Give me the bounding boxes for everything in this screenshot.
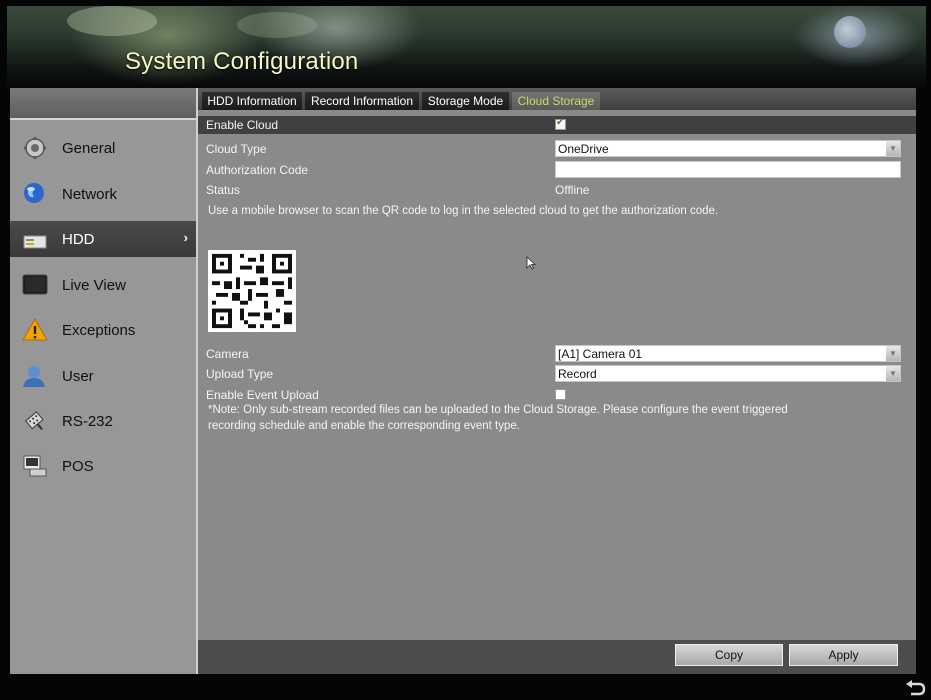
sidebar-item-network[interactable]: Network xyxy=(10,176,196,212)
page-title: System Configuration xyxy=(125,48,359,75)
mouse-cursor-icon xyxy=(526,256,536,270)
tab-bar: HDD Information Record Information Stora… xyxy=(198,88,916,110)
chevron-down-icon: ▼ xyxy=(886,346,900,361)
note-text-line2: recording schedule and enable the corres… xyxy=(208,420,520,432)
sidebar-item-label: Live View xyxy=(62,277,126,294)
cloud-type-value: OneDrive xyxy=(558,142,609,156)
authorization-code-label: Authorization Code xyxy=(206,163,309,177)
globe-icon xyxy=(24,183,44,203)
sidebar-header xyxy=(10,88,196,120)
sidebar-item-label: User xyxy=(62,368,94,385)
status-label: Status xyxy=(206,183,241,197)
sidebar: General Network HDD › Live View Exceptio… xyxy=(10,88,198,674)
upload-type-label: Upload Type xyxy=(206,367,274,381)
sidebar-item-label: General xyxy=(62,140,116,157)
sidebar-item-hdd[interactable]: HDD › xyxy=(10,221,196,257)
tab-hdd-information[interactable]: HDD Information xyxy=(202,92,302,110)
warning-icon xyxy=(22,318,48,341)
authorization-code-input[interactable] xyxy=(555,161,901,178)
user-icon xyxy=(23,366,45,387)
tab-record-information[interactable]: Record Information xyxy=(305,92,419,110)
back-icon[interactable] xyxy=(905,678,927,698)
sidebar-item-label: RS-232 xyxy=(62,413,113,430)
qr-instruction-text: Use a mobile browser to scan the QR code… xyxy=(208,205,719,217)
sidebar-item-label: POS xyxy=(62,458,94,475)
chevron-right-icon: › xyxy=(183,230,188,245)
sidebar-item-pos[interactable]: POS xyxy=(10,448,196,484)
sidebar-item-live-view[interactable]: Live View xyxy=(10,267,196,303)
serial-cable-icon xyxy=(25,411,44,431)
monitor-icon xyxy=(22,274,48,295)
camera-select[interactable]: [A1] Camera 01 ▼ xyxy=(555,345,901,362)
upload-type-value: Record xyxy=(558,367,597,381)
chevron-down-icon: ▼ xyxy=(886,366,900,381)
cloud-type-label: Cloud Type xyxy=(206,142,267,156)
status-value: Offline xyxy=(555,183,590,197)
camera-value: [A1] Camera 01 xyxy=(558,347,643,361)
enable-event-upload-checkbox[interactable] xyxy=(555,389,566,400)
pos-terminal-icon xyxy=(23,455,47,477)
sidebar-item-exceptions[interactable]: Exceptions xyxy=(10,312,196,348)
bottom-bar xyxy=(0,680,931,700)
cloud-type-select[interactable]: OneDrive ▼ xyxy=(555,140,901,157)
sidebar-item-label: HDD xyxy=(62,231,95,248)
sidebar-item-user[interactable]: User xyxy=(10,358,196,394)
enable-cloud-label: Enable Cloud xyxy=(206,118,279,132)
qr-code xyxy=(208,250,296,332)
chevron-down-icon: ▼ xyxy=(886,141,900,156)
apply-button[interactable]: Apply xyxy=(789,644,898,666)
enable-cloud-row: Enable Cloud xyxy=(198,116,916,134)
hdd-icon xyxy=(23,235,47,249)
banner-decoration xyxy=(237,12,317,38)
sidebar-item-rs-232[interactable]: RS-232 xyxy=(10,403,196,439)
enable-event-upload-label: Enable Event Upload xyxy=(206,388,319,402)
sidebar-item-general[interactable]: General xyxy=(10,130,196,166)
gear-icon xyxy=(24,137,46,159)
camera-label: Camera xyxy=(206,347,249,361)
banner-decoration xyxy=(67,6,157,36)
banner-orb xyxy=(834,16,866,48)
note-text-line1: *Note: Only sub-stream recorded files ca… xyxy=(208,404,788,416)
tab-cloud-storage[interactable]: Cloud Storage xyxy=(512,92,600,110)
enable-cloud-checkbox[interactable] xyxy=(555,117,566,130)
copy-button[interactable]: Copy xyxy=(675,644,783,666)
sidebar-item-label: Exceptions xyxy=(62,322,136,339)
header-banner: System Configuration xyxy=(7,6,926,88)
main-panel: HDD Information Record Information Stora… xyxy=(198,88,916,674)
sidebar-item-label: Network xyxy=(62,186,118,203)
tab-storage-mode[interactable]: Storage Mode xyxy=(422,92,509,110)
upload-type-select[interactable]: Record ▼ xyxy=(555,365,901,382)
